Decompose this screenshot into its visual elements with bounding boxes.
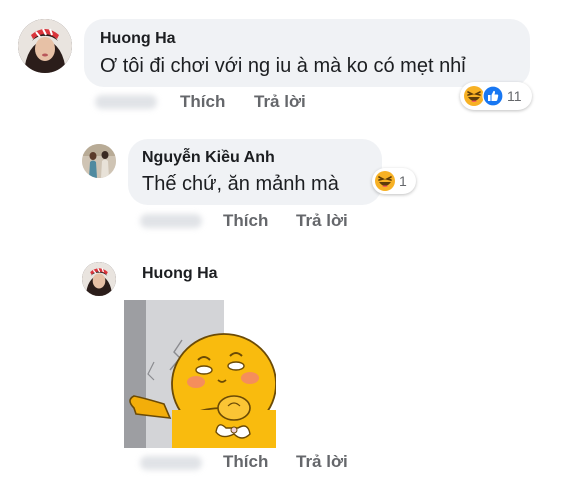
avatar-huong-ha[interactable] (82, 262, 116, 296)
reply-button[interactable]: Trả lời (296, 211, 348, 231)
haha-icon (374, 170, 396, 192)
reaction-count: 1 (399, 173, 407, 189)
avatar-nguyen-kieu-anh[interactable] (82, 144, 116, 178)
comment-timestamp-blurred (140, 214, 202, 228)
reaction-count: 11 (507, 88, 522, 104)
reaction-summary[interactable]: 1 (372, 168, 416, 194)
comment-bubble: Huong Ha Ơ tôi đi chơi với ng iu à mà ko… (84, 19, 530, 87)
reply-button[interactable]: Trả lời (296, 452, 348, 472)
like-button[interactable]: Thích (223, 452, 268, 472)
comment-bubble: Nguyễn Kiều Anh Thế chứ, ăn mảnh mà (128, 139, 382, 205)
comment-author-name[interactable]: Huong Ha (100, 30, 176, 48)
reaction-summary[interactable]: 11 (460, 82, 532, 110)
avatar-huong-ha[interactable] (18, 19, 72, 73)
comment-text: Ơ tôi đi chơi với ng iu à mà ko có mẹt n… (100, 55, 466, 77)
peeking-yellow-blob-sticker[interactable] (124, 300, 277, 449)
reply-button[interactable]: Trả lời (254, 92, 306, 112)
like-button[interactable]: Thích (180, 92, 225, 112)
comment-author-name[interactable]: Nguyễn Kiều Anh (142, 149, 275, 167)
comment-text: Thế chứ, ăn mảnh mà (142, 173, 339, 195)
like-button[interactable]: Thích (223, 211, 268, 231)
like-icon (482, 85, 504, 107)
comment-author-name[interactable]: Huong Ha (142, 265, 218, 283)
comment-timestamp-blurred (95, 95, 157, 109)
comment-timestamp-blurred (140, 456, 202, 470)
